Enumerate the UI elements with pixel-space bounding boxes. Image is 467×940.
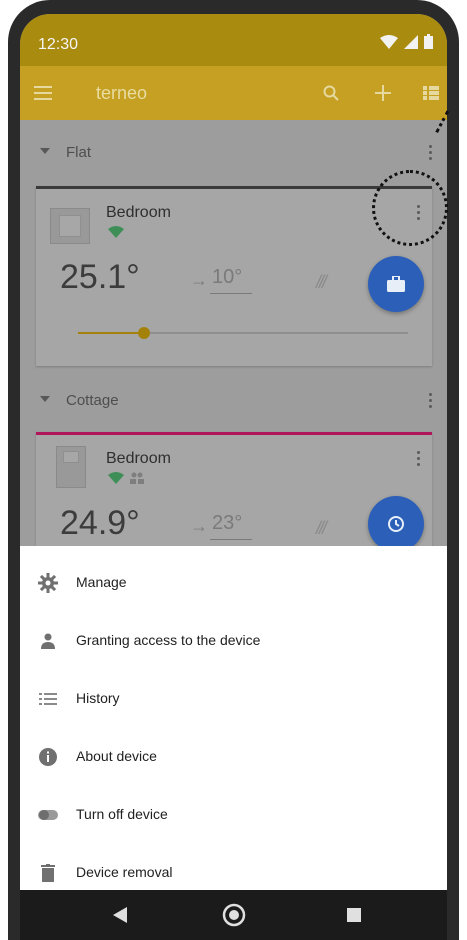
target-temperature[interactable]: 10° — [210, 266, 253, 294]
back-button[interactable] — [108, 903, 132, 927]
card-accent-line — [36, 186, 432, 189]
clock-icon — [388, 516, 404, 532]
group-title: Cottage — [66, 392, 119, 409]
target-temperature[interactable]: 23° — [210, 512, 253, 540]
system-nav-bar — [20, 890, 447, 940]
menu-item-turn-off[interactable]: Turn off device — [20, 786, 447, 844]
menu-button[interactable] — [30, 80, 56, 106]
current-temperature: 24.9° — [60, 504, 140, 542]
collapse-caret-icon — [40, 396, 50, 402]
current-temperature: 25.1° — [60, 258, 140, 296]
menu-item-label: Turn off device — [76, 806, 168, 822]
arrow-right-icon: → — [190, 270, 208, 290]
highlight-circle — [372, 170, 448, 246]
app-title: terneo — [96, 83, 148, 103]
group-header-cottage[interactable]: Cottage — [20, 378, 447, 424]
group-more-icon[interactable] — [420, 390, 440, 410]
hamburger-icon — [34, 86, 52, 100]
status-time: 12:30 — [38, 36, 79, 53]
heating-icon: /// — [316, 272, 327, 292]
home-circle-icon — [222, 903, 246, 927]
thermostat-icon — [50, 208, 90, 244]
back-triangle-icon — [113, 907, 127, 923]
view-list-icon — [423, 86, 439, 100]
screen: 12:30 terneo Flat Bedroom 25.1° → 10° //… — [20, 14, 447, 940]
menu-item-label: Manage — [76, 574, 127, 590]
heating-icon: /// — [316, 518, 327, 538]
recents-square-icon — [347, 908, 361, 922]
slider-thumb[interactable] — [138, 327, 150, 339]
group-header-flat[interactable]: Flat — [20, 130, 447, 176]
mode-button[interactable] — [368, 256, 424, 312]
info-icon — [36, 745, 60, 769]
wifi-icon — [108, 472, 124, 484]
menu-item-label: Granting access to the device — [76, 632, 261, 648]
group-title: Flat — [66, 144, 92, 161]
trash-icon — [36, 861, 60, 885]
toggle-icon — [36, 803, 60, 827]
group-more-icon[interactable] — [420, 142, 440, 162]
battery-icon — [424, 34, 433, 49]
arrow-right-icon: → — [190, 516, 208, 536]
collapse-caret-icon — [40, 148, 50, 154]
signal-icon — [404, 34, 418, 49]
phone-frame: 12:30 terneo Flat Bedroom 25.1° → 10° //… — [0, 0, 467, 940]
menu-item-manage[interactable]: Manage — [20, 554, 447, 612]
device-name: Bedroom — [106, 204, 171, 221]
menu-item-label: About device — [76, 748, 157, 764]
thermostat-icon — [56, 446, 86, 488]
card-accent-line — [36, 432, 432, 435]
search-button[interactable] — [318, 80, 344, 106]
slider-fill — [78, 332, 144, 334]
add-button[interactable] — [370, 80, 396, 106]
menu-item-label: History — [76, 690, 120, 706]
app-bar: terneo — [20, 66, 447, 120]
schedule-button[interactable] — [368, 496, 424, 552]
recents-button[interactable] — [342, 903, 366, 927]
menu-item-history[interactable]: History — [20, 670, 447, 728]
users-icon — [130, 472, 144, 484]
person-icon — [36, 629, 60, 653]
temperature-slider[interactable] — [78, 327, 408, 339]
gear-icon — [36, 571, 60, 595]
device-more-icon[interactable] — [408, 448, 428, 468]
device-actions-sheet: Manage Granting access to the device His… — [20, 546, 447, 890]
briefcase-icon — [387, 276, 405, 292]
status-bar: 12:30 — [20, 14, 447, 66]
menu-item-about-device[interactable]: About device — [20, 728, 447, 786]
wifi-icon — [108, 226, 124, 238]
device-name: Bedroom — [106, 450, 171, 467]
menu-item-label: Device removal — [76, 864, 173, 880]
menu-item-granting-access[interactable]: Granting access to the device — [20, 612, 447, 670]
wifi-status-icon — [380, 34, 398, 49]
list-icon — [36, 687, 60, 711]
list-view-button[interactable] — [418, 80, 444, 106]
status-icons — [380, 34, 433, 49]
search-icon — [323, 85, 339, 101]
home-button[interactable] — [222, 903, 246, 927]
plus-icon — [375, 85, 391, 101]
